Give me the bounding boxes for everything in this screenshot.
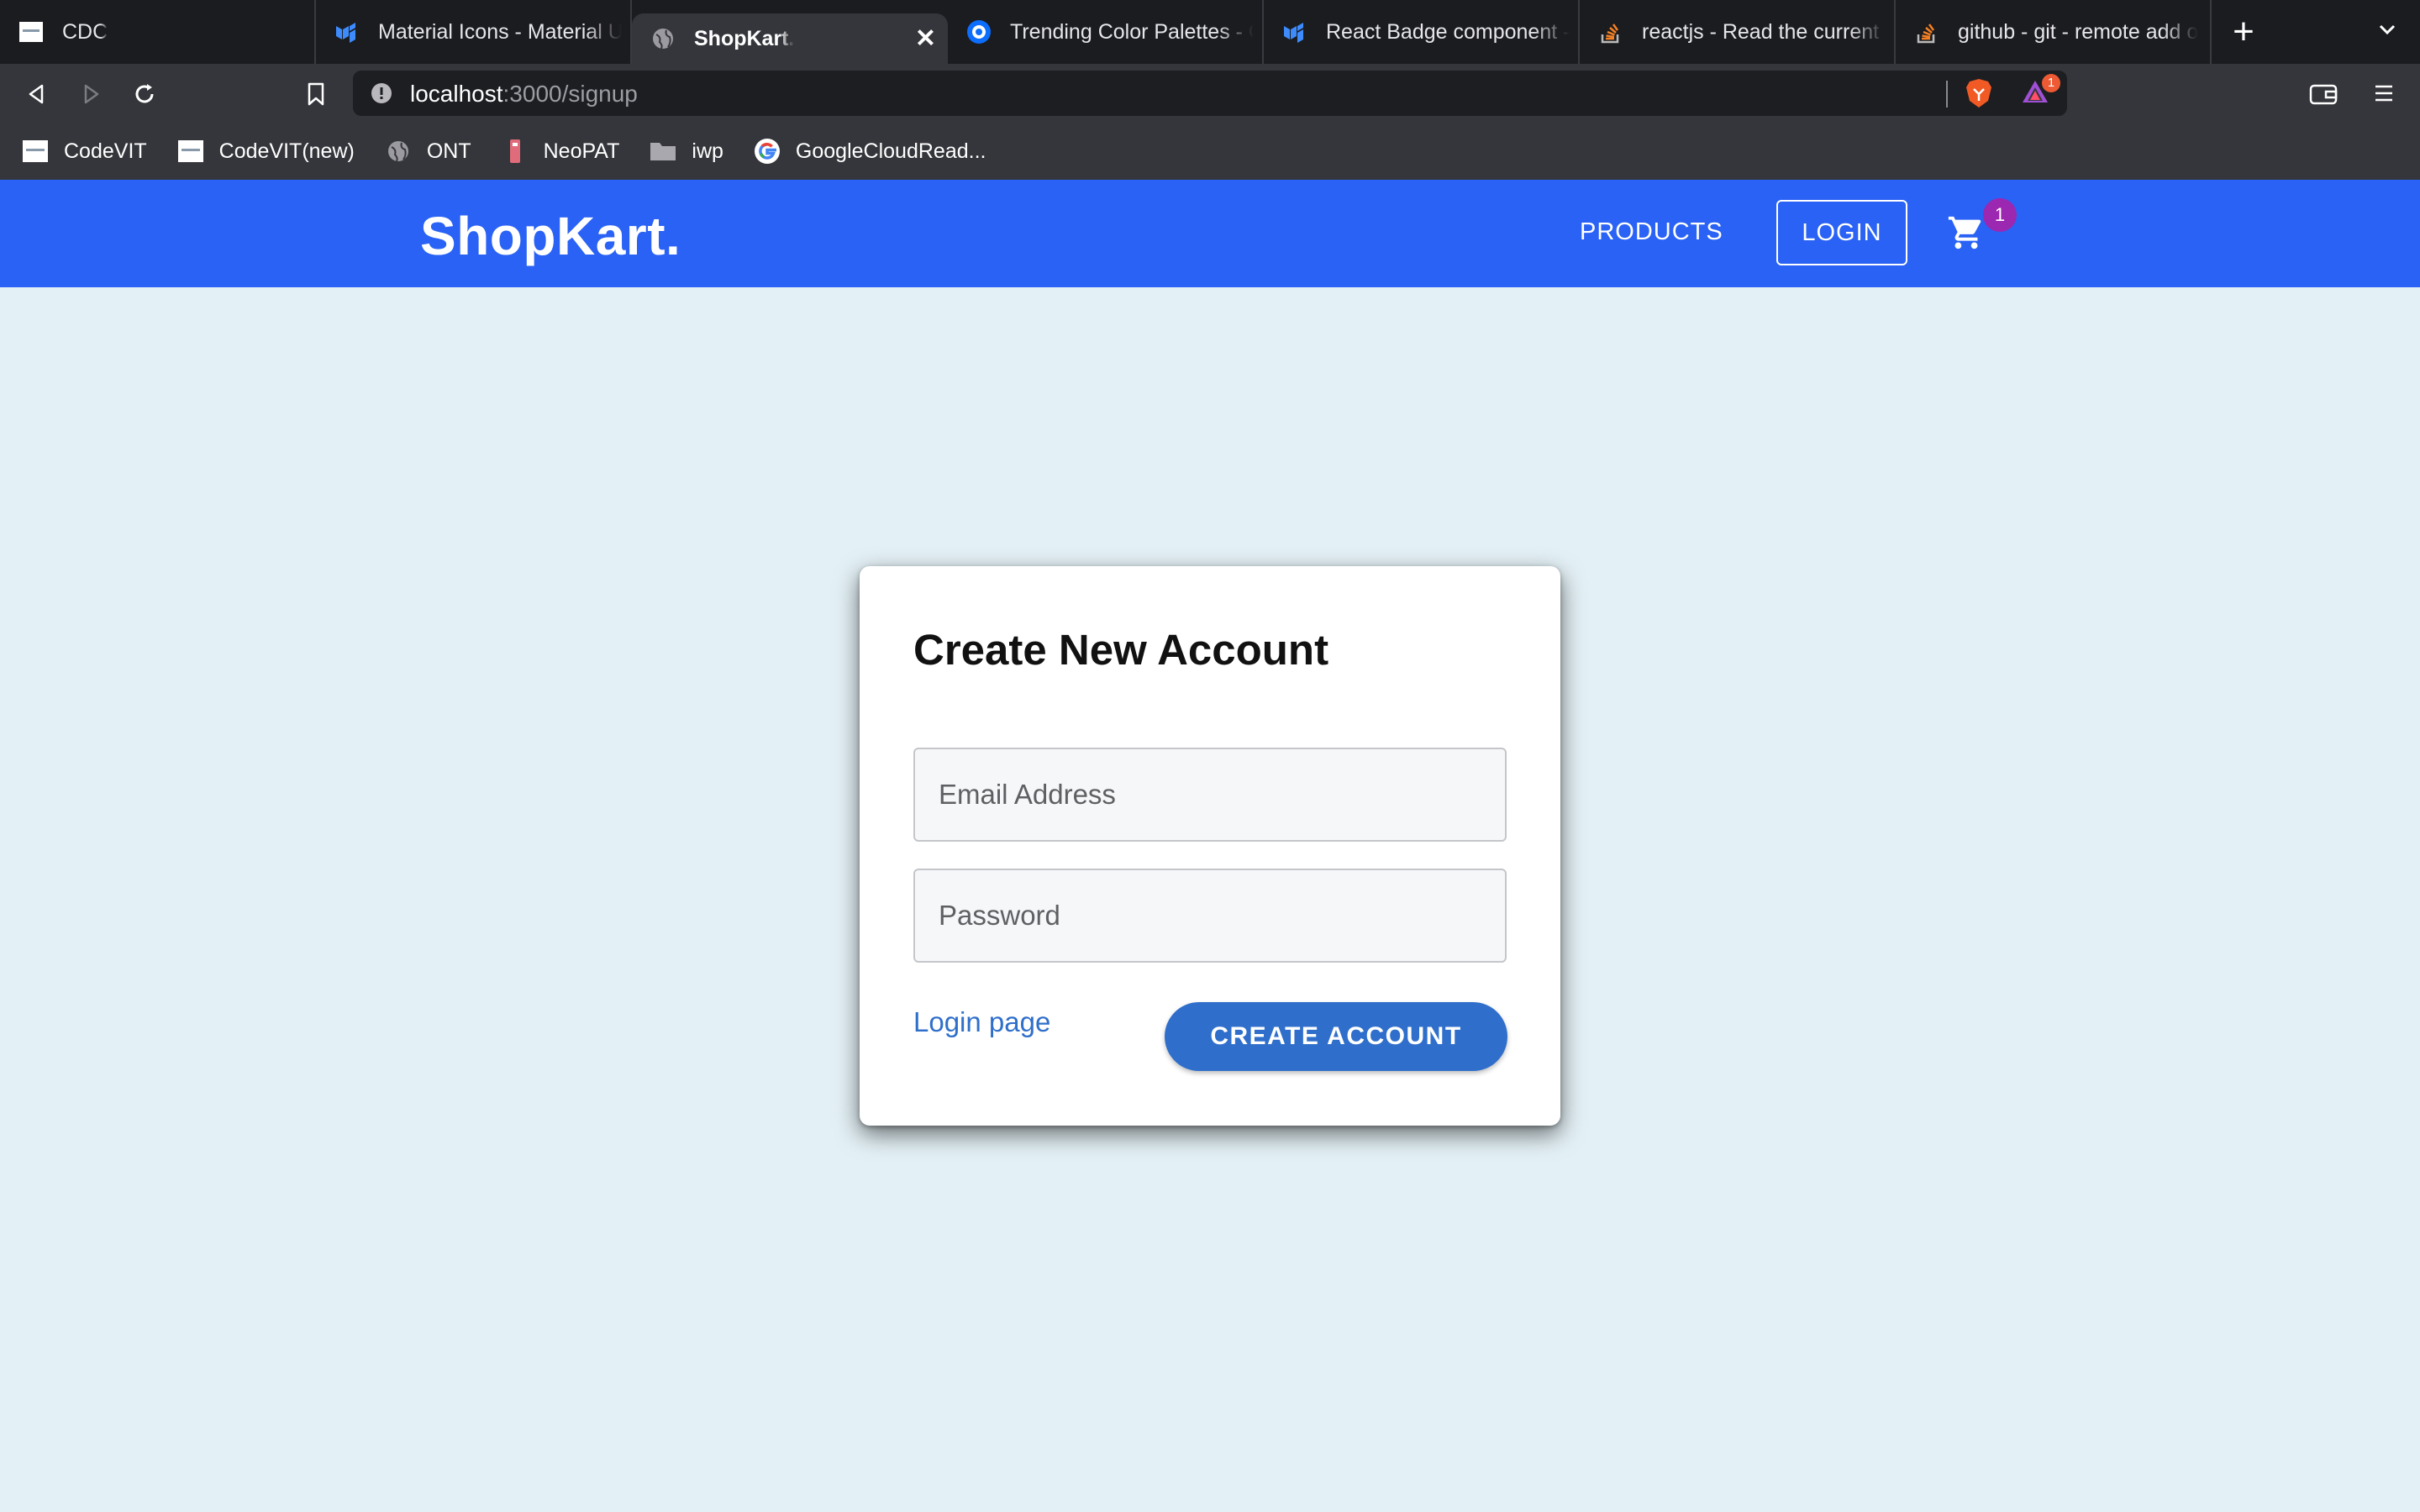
url-text: localhost:3000/signup bbox=[410, 81, 638, 108]
url-host: localhost bbox=[410, 81, 503, 107]
browser-toolbar: localhost:3000/signup 1 bbox=[0, 64, 2420, 123]
app-header: ShopKart. PRODUCTS LOGIN 1 bbox=[0, 180, 2420, 287]
neopat-icon bbox=[502, 138, 529, 165]
google-icon bbox=[754, 138, 781, 165]
tab-title: Trending Color Palettes - C bbox=[1010, 19, 1254, 44]
back-button[interactable] bbox=[20, 77, 54, 111]
signup-card: Create New Account Login page CREATE ACC… bbox=[860, 566, 1560, 1126]
tab-shopkart[interactable]: ShopKart. ✕ bbox=[632, 13, 948, 64]
password-input[interactable] bbox=[915, 870, 1505, 961]
site-thumbnail-icon bbox=[18, 19, 44, 45]
forward-arrow-icon bbox=[84, 84, 99, 104]
site-thumbnail-icon bbox=[177, 138, 204, 165]
tab-color-palettes[interactable]: Trending Color Palettes - C bbox=[948, 0, 1264, 64]
tab-react-badge[interactable]: React Badge component - bbox=[1264, 0, 1580, 64]
url-path: :3000/signup bbox=[502, 81, 638, 107]
tab-title: Material Icons - Material UI bbox=[378, 19, 622, 44]
forward-button[interactable] bbox=[74, 77, 108, 111]
globe-icon bbox=[650, 26, 676, 51]
wallet-icon[interactable] bbox=[2309, 82, 2338, 110]
bookmark-label: ONT bbox=[426, 139, 471, 163]
new-tab-button[interactable]: + bbox=[2212, 0, 2275, 64]
tab-title: ShopKart. bbox=[694, 26, 795, 50]
tab-material-icons[interactable]: Material Icons - Material UI bbox=[316, 0, 632, 64]
tab-reactjs-question[interactable]: reactjs - Read the current f bbox=[1580, 0, 1896, 64]
folder-icon bbox=[650, 138, 676, 165]
bookmark-neopat[interactable]: NeoPAT bbox=[502, 138, 620, 165]
site-thumbnail-icon bbox=[22, 138, 49, 165]
globe-icon bbox=[385, 138, 412, 165]
tab-list-chevron-icon[interactable] bbox=[2376, 18, 2398, 46]
bookmark-ont[interactable]: ONT bbox=[385, 138, 471, 165]
reload-icon bbox=[135, 84, 154, 103]
address-bar[interactable]: localhost:3000/signup 1 bbox=[353, 71, 2067, 116]
stackoverflow-icon bbox=[1598, 19, 1623, 45]
mui-logo-icon bbox=[1282, 19, 1307, 45]
tab-title: reactjs - Read the current f bbox=[1642, 19, 1886, 44]
close-tab-icon[interactable]: ✕ bbox=[915, 24, 936, 54]
mui-logo-icon bbox=[334, 19, 360, 45]
stackoverflow-icon bbox=[1914, 19, 1939, 45]
nav-login-button[interactable]: LOGIN bbox=[1776, 200, 1907, 265]
browser-tab-strip: CDC Material Icons - Material UI ShopKar… bbox=[0, 0, 2420, 64]
coolors-logo-icon bbox=[966, 19, 992, 45]
bookmark-icon bbox=[308, 82, 324, 106]
tab-title: React Badge component - bbox=[1326, 19, 1570, 44]
brand-logo[interactable]: ShopKart. bbox=[420, 205, 681, 267]
bookmark-button[interactable] bbox=[299, 77, 333, 111]
bookmark-codevit[interactable]: CodeVIT bbox=[22, 138, 147, 165]
login-page-link[interactable]: Login page bbox=[913, 1006, 1050, 1038]
back-arrow-icon bbox=[29, 84, 44, 104]
bookmark-label: CodeVIT(new) bbox=[218, 139, 355, 163]
form-title: Create New Account bbox=[913, 626, 1329, 674]
bookmark-label: NeoPAT bbox=[543, 139, 620, 163]
nav-products-link[interactable]: PRODUCTS bbox=[1580, 218, 1723, 246]
rewards-badge: 1 bbox=[2042, 74, 2060, 92]
site-info-icon[interactable] bbox=[370, 81, 393, 109]
email-input[interactable] bbox=[915, 749, 1505, 840]
tab-title: CDC bbox=[62, 19, 108, 44]
bookmark-codevit-new[interactable]: CodeVIT(new) bbox=[177, 138, 355, 165]
bookmark-label: iwp bbox=[692, 139, 723, 163]
bookmark-folder-iwp[interactable]: iwp bbox=[650, 138, 723, 165]
tab-cdc[interactable]: CDC bbox=[0, 0, 316, 64]
cart-count-badge: 1 bbox=[1983, 198, 2017, 232]
bookmarks-bar: CodeVIT CodeVIT(new) ONT NeoPAT iwp Goog… bbox=[0, 123, 2420, 180]
tab-git-remote[interactable]: github - git - remote add o bbox=[1896, 0, 2212, 64]
bookmark-googlecloudread[interactable]: GoogleCloudRead... bbox=[754, 138, 986, 165]
brave-shields-icon[interactable] bbox=[1965, 77, 1993, 113]
create-account-button[interactable]: CREATE ACCOUNT bbox=[1165, 1002, 1507, 1071]
menu-icon[interactable] bbox=[2373, 82, 2395, 108]
address-bar-divider bbox=[1946, 81, 1948, 108]
password-field[interactable] bbox=[913, 869, 1507, 963]
email-field[interactable] bbox=[913, 748, 1507, 842]
bookmark-label: GoogleCloudRead... bbox=[795, 139, 986, 163]
bookmark-label: CodeVIT bbox=[64, 139, 147, 163]
shopping-cart-icon[interactable] bbox=[1946, 213, 1986, 256]
tab-title: github - git - remote add o bbox=[1958, 19, 2199, 44]
reload-button[interactable] bbox=[128, 77, 161, 111]
